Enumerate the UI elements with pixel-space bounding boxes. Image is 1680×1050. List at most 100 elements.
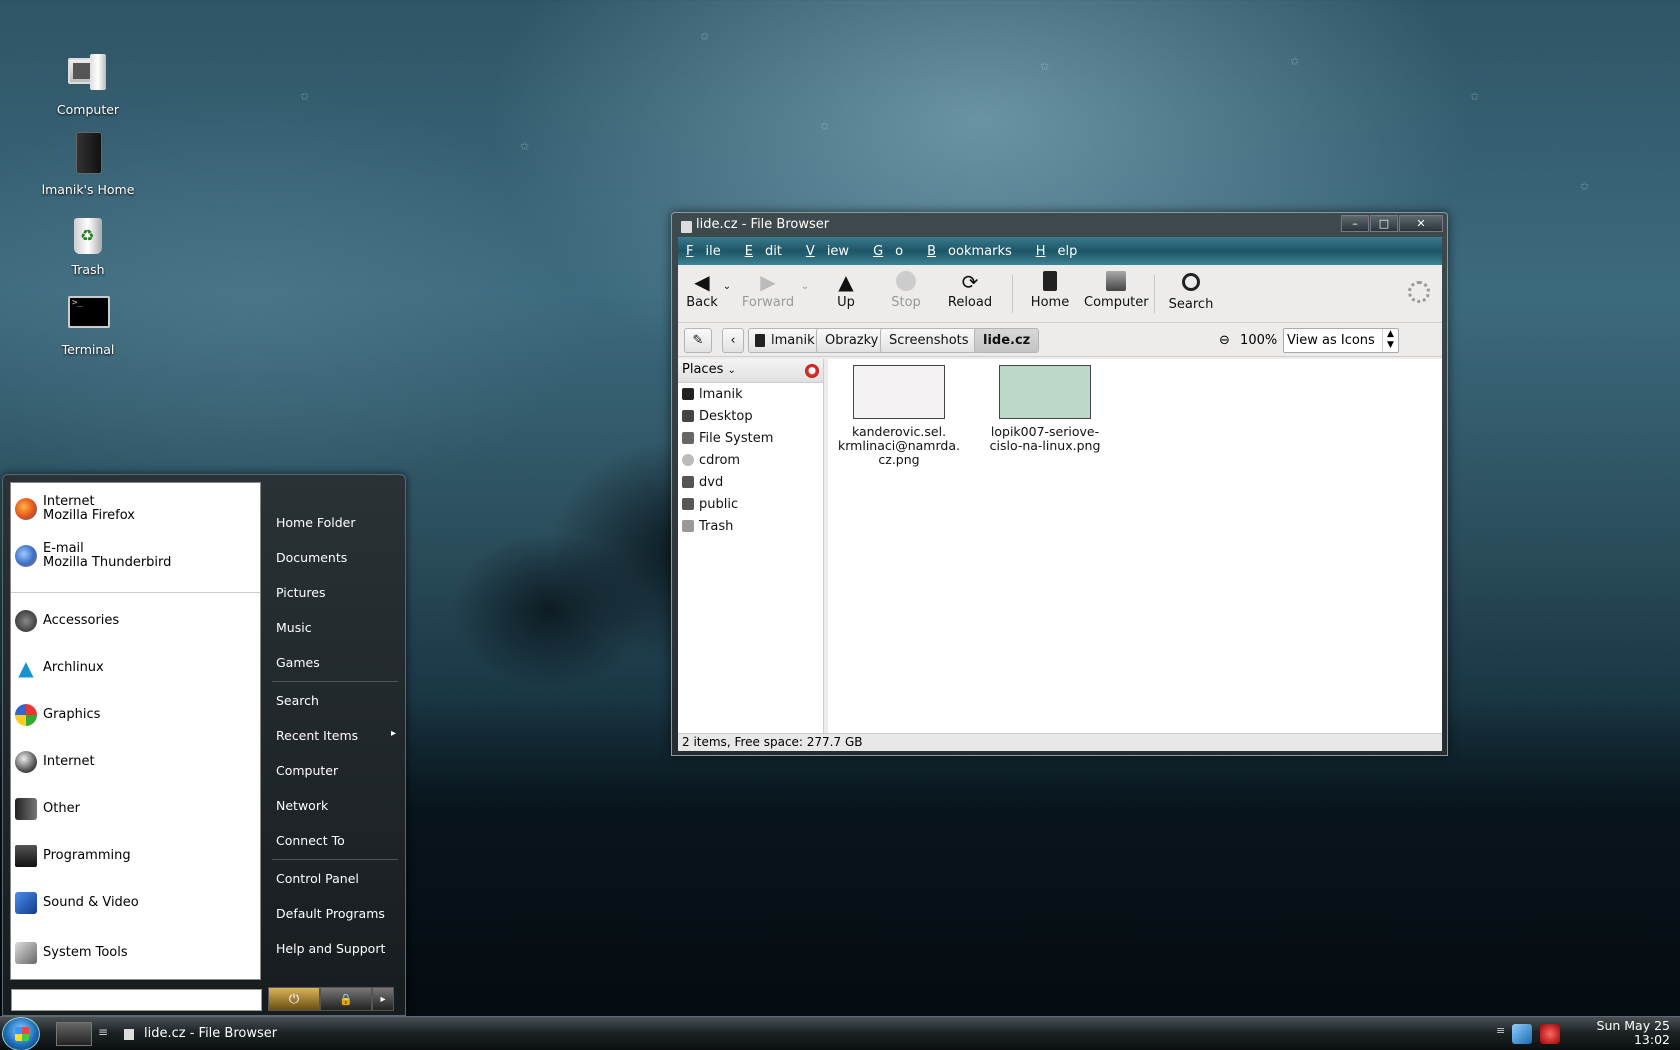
place-desktop[interactable]: Desktop xyxy=(678,405,823,427)
start-link-documents[interactable]: Documents xyxy=(276,550,400,565)
toggle-location-button[interactable]: ✎ xyxy=(684,328,712,353)
throbber-spinner-icon xyxy=(1408,281,1430,303)
clock[interactable]: Sun May 25 13:02 xyxy=(1597,1019,1670,1047)
file-name-line: lopik007-seriove- xyxy=(990,424,1100,439)
computer-icon xyxy=(64,50,112,98)
forward-history-dropdown[interactable]: ⌄ xyxy=(798,281,812,292)
file-item[interactable]: lopik007-seriove- cislo-na-linux.png xyxy=(980,365,1110,453)
start-category-other[interactable]: Other xyxy=(15,798,80,820)
minimize-button[interactable]: – xyxy=(1341,215,1369,232)
category-label: Internet xyxy=(43,754,95,769)
power-button[interactable]: ⏻ xyxy=(268,987,320,1011)
forward-arrow-icon: ▶ xyxy=(760,270,776,294)
place-dvd[interactable]: dvd xyxy=(678,471,823,493)
start-category-system-tools[interactable]: System Tools xyxy=(15,942,128,964)
start-menu-divider xyxy=(11,592,260,593)
volume-tray-icon[interactable] xyxy=(1540,1024,1560,1044)
window-controls: – □ ✕ xyxy=(1340,215,1443,232)
lock-button[interactable]: 🔒 xyxy=(320,987,372,1011)
wallpaper-star: ✩ xyxy=(700,30,710,43)
zoom-out-icon[interactable]: ⊖ xyxy=(1219,333,1230,348)
start-button[interactable] xyxy=(2,1017,40,1050)
wallpaper-star: ✩ xyxy=(1290,55,1300,68)
desktop-icon-computer[interactable]: Computer xyxy=(28,50,148,117)
chevron-down-icon: ⌄ xyxy=(727,365,736,376)
menu-file[interactable]: File xyxy=(686,244,733,259)
menu-edit[interactable]: Edit xyxy=(745,244,794,259)
place-lmanik[interactable]: lmanik xyxy=(678,383,823,405)
start-link-computer[interactable]: Computer xyxy=(276,763,400,778)
view-mode-select[interactable]: View as Icons ▲ ▼ xyxy=(1283,328,1399,353)
start-category-accessories[interactable]: Accessories xyxy=(15,610,119,632)
close-sidebar-icon[interactable]: ● xyxy=(805,364,819,378)
wallpaper-star: ✩ xyxy=(1470,90,1480,103)
desktop-icon-terminal[interactable]: >_ Terminal xyxy=(28,290,148,357)
breadcrumb-screenshots[interactable]: Screenshots xyxy=(880,328,978,353)
breadcrumb-obrazky[interactable]: Obrazky xyxy=(816,328,888,353)
desktop-icon-trash[interactable]: Trash xyxy=(28,210,148,277)
pencil-icon: ✎ xyxy=(692,333,704,348)
place-trash[interactable]: Trash xyxy=(678,515,823,537)
start-link-connect-to[interactable]: Connect To xyxy=(276,833,400,848)
breadcrumb-lmanik[interactable]: lmanik xyxy=(748,328,824,353)
start-link-help-support[interactable]: Help and Support xyxy=(276,941,400,956)
location-bar: ✎ ‹ lmanik Obrazky Screenshots lide.cz ⊖… xyxy=(678,323,1442,357)
forward-button[interactable]: ▶ Forward xyxy=(738,271,798,310)
start-menu: Internet Mozilla Firefox E-mail Mozilla … xyxy=(2,474,406,1016)
start-link-default-programs[interactable]: Default Programs xyxy=(276,906,400,921)
close-button[interactable]: ✕ xyxy=(1399,215,1443,232)
computer-button[interactable]: Computer xyxy=(1084,271,1149,310)
start-pinned-firefox[interactable]: Internet Mozilla Firefox xyxy=(15,495,135,523)
breadcrumb-lide-cz[interactable]: lide.cz xyxy=(974,328,1040,353)
start-category-internet[interactable]: Internet xyxy=(15,751,95,773)
start-link-music[interactable]: Music xyxy=(276,620,400,635)
home-button[interactable]: Home xyxy=(1028,271,1072,310)
breadcrumb-scroll-left[interactable]: ‹ xyxy=(722,328,744,353)
stop-button[interactable]: Stop xyxy=(886,271,926,310)
menu-view[interactable]: View xyxy=(806,244,861,259)
search-button[interactable]: Search xyxy=(1168,271,1214,312)
menu-bookmarks[interactable]: Bookmarks xyxy=(927,244,1024,259)
reload-button[interactable]: ⟳ Reload xyxy=(946,271,994,310)
start-menu-separator xyxy=(272,859,398,860)
start-link-pictures[interactable]: Pictures xyxy=(276,585,400,600)
back-button[interactable]: ◀ Back xyxy=(684,271,720,310)
start-link-home-folder[interactable]: Home Folder xyxy=(276,515,400,530)
shutdown-options-button[interactable]: ▸ xyxy=(372,987,394,1011)
category-label: System Tools xyxy=(43,945,128,960)
pinned-title: E-mail xyxy=(43,541,84,556)
start-category-programming[interactable]: Programming xyxy=(15,845,131,867)
places-sidebar: Places ⌄ ● lmanik Desktop File System cd… xyxy=(678,359,824,733)
menu-help[interactable]: Help xyxy=(1036,244,1090,259)
maximize-button[interactable]: □ xyxy=(1370,215,1398,232)
menu-go[interactable]: Go xyxy=(873,244,915,259)
file-name-line: krmlinaci@namrda. xyxy=(838,438,960,453)
place-public[interactable]: public xyxy=(678,493,823,515)
pinned-title: Internet xyxy=(43,494,95,509)
drive-icon xyxy=(682,432,694,444)
start-category-graphics[interactable]: Graphics xyxy=(15,704,100,726)
start-category-sound-video[interactable]: Sound & Video xyxy=(15,892,139,914)
desktop-icon-home[interactable]: lmanik's Home xyxy=(28,130,148,197)
place-cdrom[interactable]: cdrom xyxy=(678,449,823,471)
place-file-system[interactable]: File System xyxy=(678,427,823,449)
start-search-input[interactable] xyxy=(11,989,262,1011)
start-link-games[interactable]: Games xyxy=(276,655,400,670)
file-name-line: cislo-na-linux.png xyxy=(989,438,1101,453)
up-button[interactable]: ▲ Up xyxy=(826,271,866,310)
places-header[interactable]: Places ⌄ ● xyxy=(678,359,823,383)
file-item[interactable]: kanderovic.sel. krmlinaci@namrda. cz.png xyxy=(834,365,964,467)
start-link-search[interactable]: Search xyxy=(276,693,400,708)
start-category-archlinux[interactable]: ▲ Archlinux xyxy=(15,657,103,679)
zoom-level[interactable]: 100% xyxy=(1240,333,1277,348)
back-history-dropdown[interactable]: ⌄ xyxy=(720,281,734,292)
start-link-recent-items[interactable]: Recent Items ▸ xyxy=(276,728,400,743)
reload-icon: ⟳ xyxy=(961,270,979,294)
taskbar-window-button[interactable]: lide.cz - File Browser xyxy=(118,1021,277,1047)
start-menu-programs: Internet Mozilla Firefox E-mail Mozilla … xyxy=(10,482,261,980)
start-link-control-panel[interactable]: Control Panel xyxy=(276,871,400,886)
network-tray-icon[interactable] xyxy=(1512,1024,1532,1044)
start-pinned-thunderbird[interactable]: E-mail Mozilla Thunderbird xyxy=(15,542,171,570)
start-link-network[interactable]: Network xyxy=(276,798,400,813)
quicklaunch-show-desktop[interactable] xyxy=(56,1022,92,1046)
